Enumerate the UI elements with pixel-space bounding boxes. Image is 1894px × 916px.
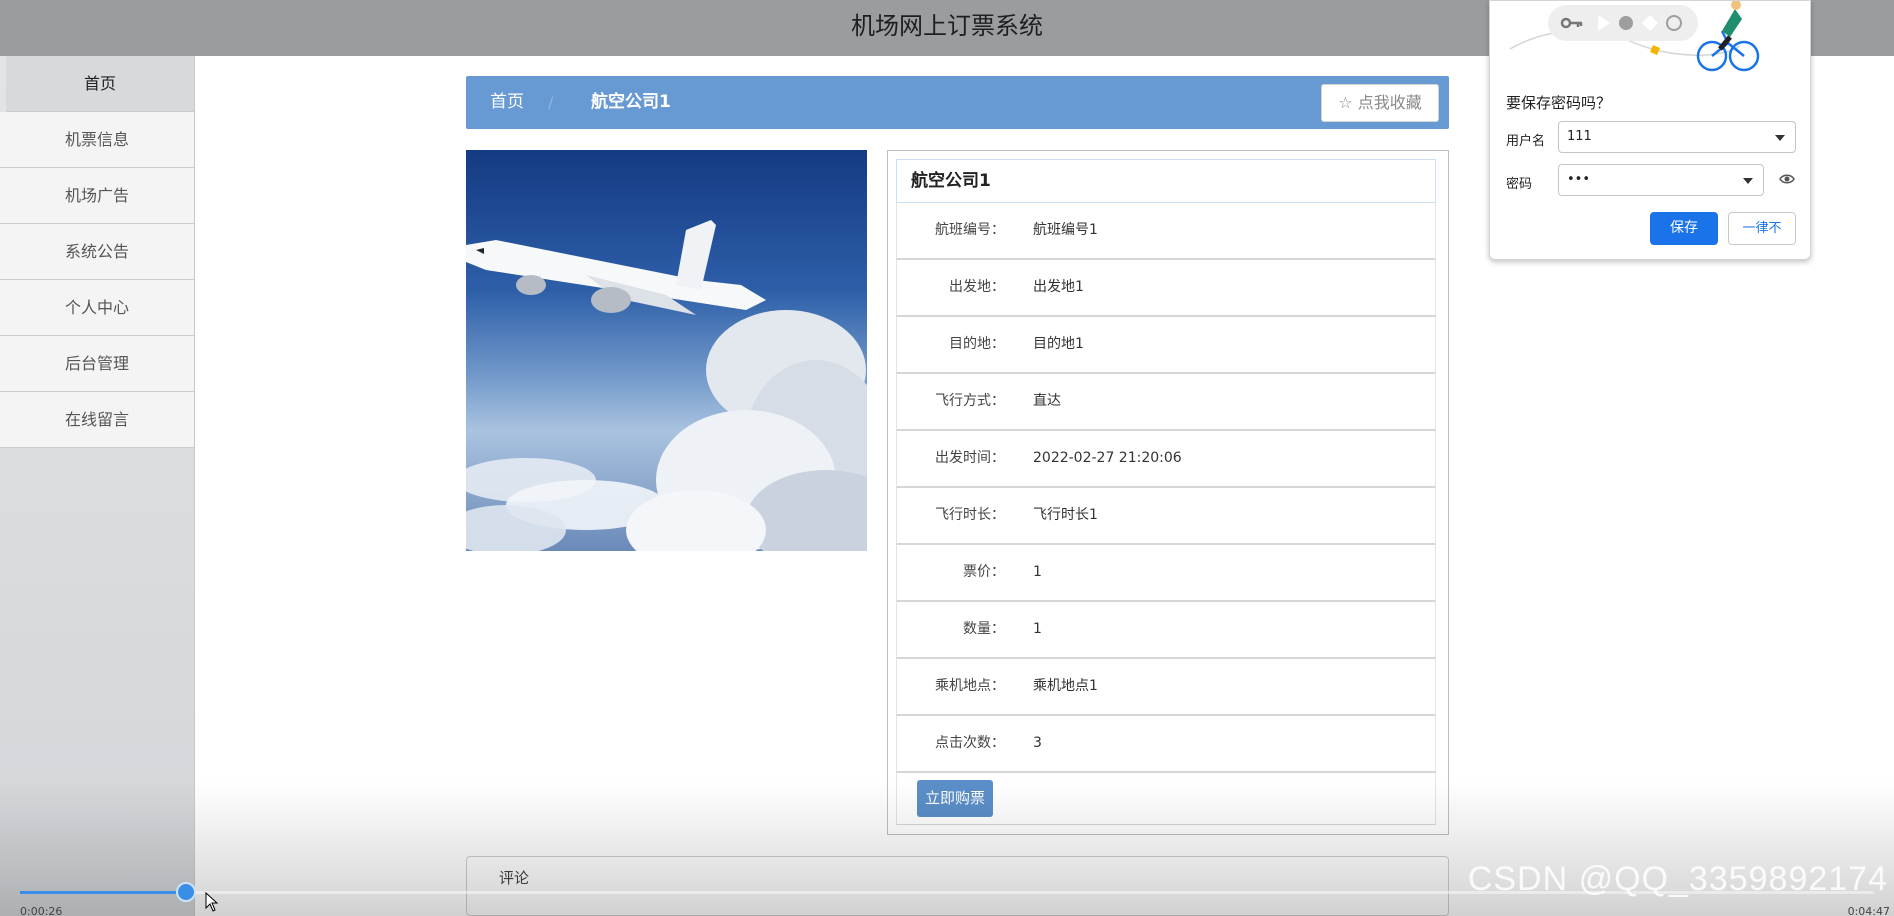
- chevron-down-icon: [1775, 135, 1785, 141]
- breadcrumb: 首页 / 航空公司1 ☆ 点我收藏: [466, 76, 1449, 129]
- sidebar: 首页 机票信息 机场广告 系统公告 个人中心 后台管理 在线留言: [0, 56, 195, 916]
- row-label: 出发地：: [949, 279, 1005, 295]
- row-value: 飞行时长1: [1033, 507, 1098, 523]
- row-value: 2022-02-27 21:20:06: [1033, 450, 1182, 466]
- row-label: 飞行时长：: [935, 507, 1005, 523]
- password-value: •••: [1567, 172, 1591, 187]
- airplane-photo: [466, 150, 867, 551]
- detail-row: 航班编号： 航班编号1: [896, 203, 1436, 260]
- row-label: 出发时间：: [935, 450, 1005, 466]
- favorite-button[interactable]: ☆ 点我收藏: [1321, 84, 1439, 122]
- row-label: 目的地：: [949, 336, 1005, 352]
- password-illustration-icon: [1509, 1, 1760, 72]
- sidebar-item-messages[interactable]: 在线留言: [0, 392, 194, 448]
- row-label: 飞行方式：: [935, 393, 1005, 409]
- detail-row: 票价： 1: [896, 545, 1436, 602]
- save-password-button[interactable]: 保存: [1650, 212, 1718, 245]
- detail-row: 目的地： 目的地1: [896, 317, 1436, 374]
- save-password-question: 要保存密码吗？: [1506, 94, 1612, 112]
- detail-row: 数量： 1: [896, 602, 1436, 659]
- video-progress-fill: [20, 891, 189, 894]
- detail-row: 出发地： 出发地1: [896, 260, 1436, 317]
- detail-row: 点击次数： 3: [896, 716, 1436, 773]
- flight-detail-panel: 航空公司1 航班编号： 航班编号1 出发地： 出发地1 目的地： 目的地1 飞行方式：…: [887, 150, 1449, 835]
- video-elapsed-time: 0:00:26: [20, 905, 63, 916]
- sidebar-item-home[interactable]: 首页: [6, 56, 194, 112]
- row-label: 点击次数：: [935, 735, 1005, 751]
- sidebar-item-airport-ads[interactable]: 机场广告: [0, 168, 194, 224]
- row-value: 1: [1033, 564, 1042, 580]
- save-password-dialog: 要保存密码吗？ 用户名 111 密码 ••• 保存 一律不: [1489, 0, 1811, 260]
- row-label: 航班编号：: [935, 222, 1005, 238]
- comment-section: 评论: [466, 856, 1449, 916]
- row-label: 乘机地点：: [935, 678, 1005, 694]
- buy-ticket-button[interactable]: 立即购票: [917, 780, 993, 817]
- row-label: 数量：: [963, 621, 1005, 637]
- detail-row: 飞行方式： 直达: [896, 374, 1436, 431]
- password-select[interactable]: •••: [1558, 164, 1764, 196]
- detail-title: 航空公司1: [896, 159, 1436, 203]
- detail-row: 乘机地点： 乘机地点1: [896, 659, 1436, 716]
- username-select[interactable]: 111: [1558, 121, 1796, 153]
- never-save-button[interactable]: 一律不: [1728, 212, 1796, 245]
- row-label: 票价：: [963, 564, 1005, 580]
- breadcrumb-current: 航空公司1: [591, 92, 671, 112]
- row-value: 航班编号1: [1033, 222, 1098, 238]
- row-value: 1: [1033, 621, 1042, 637]
- sidebar-item-announcements[interactable]: 系统公告: [0, 224, 194, 280]
- detail-row: 飞行时长： 飞行时长1: [896, 488, 1436, 545]
- comment-label: 评论: [499, 869, 530, 887]
- password-label: 密码: [1506, 177, 1533, 192]
- watermark: CSDN @QQ_3359892174: [1467, 860, 1888, 898]
- detail-row: 出发时间： 2022-02-27 21:20:06: [896, 431, 1436, 488]
- sidebar-item-personal-center[interactable]: 个人中心: [0, 280, 194, 336]
- mouse-cursor-icon: [205, 892, 219, 912]
- airplane-image: [466, 220, 867, 551]
- eye-icon[interactable]: [1779, 173, 1795, 185]
- row-value: 出发地1: [1033, 279, 1084, 295]
- row-value: 乘机地点1: [1033, 678, 1098, 694]
- row-value: 3: [1033, 735, 1042, 751]
- video-duration: 0:04:47: [1847, 905, 1890, 916]
- video-progress-handle[interactable]: [176, 882, 196, 902]
- breadcrumb-home-link[interactable]: 首页: [490, 76, 524, 129]
- row-value: 直达: [1033, 393, 1061, 409]
- username-label: 用户名: [1506, 134, 1546, 149]
- sidebar-item-tickets[interactable]: 机票信息: [0, 112, 194, 168]
- sidebar-item-admin[interactable]: 后台管理: [0, 336, 194, 392]
- breadcrumb-separator: /: [548, 93, 554, 112]
- buy-row: 立即购票: [896, 773, 1436, 825]
- chevron-down-icon: [1743, 178, 1753, 184]
- username-value: 111: [1567, 129, 1592, 144]
- row-value: 目的地1: [1033, 336, 1084, 352]
